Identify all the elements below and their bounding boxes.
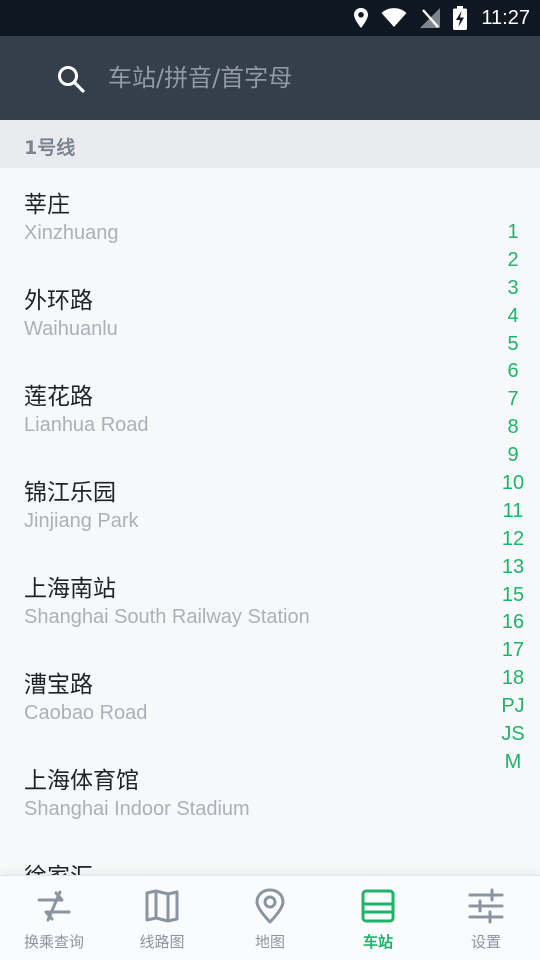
tab-label: 设置 — [470, 933, 501, 951]
station-name-cn: 漕宝路 — [24, 672, 93, 698]
tab-station[interactable]: 车站 — [324, 876, 432, 960]
index-item[interactable]: 10 — [498, 470, 528, 498]
station-name-cn: 莲花路 — [24, 384, 93, 410]
index-item[interactable]: JS — [498, 721, 528, 749]
station-item[interactable]: 上海南站 Shanghai South Railway Station — [0, 552, 500, 648]
tab-label: 换乘查询 — [23, 933, 84, 951]
battery-charging-icon — [453, 6, 468, 30]
index-item[interactable]: 8 — [498, 414, 528, 442]
station-item[interactable]: 漕宝路 Caobao Road — [0, 648, 500, 744]
index-item[interactable]: 1 — [498, 219, 528, 247]
index-item[interactable]: 15 — [498, 582, 528, 610]
station-name-cn: 徐家汇 — [24, 857, 93, 875]
index-item[interactable]: 5 — [498, 331, 528, 359]
index-item[interactable]: 4 — [498, 303, 528, 331]
index-item[interactable]: 3 — [498, 275, 528, 303]
index-item[interactable]: 17 — [498, 637, 528, 665]
tab-label: 车站 — [362, 933, 393, 951]
index-item[interactable]: 18 — [498, 665, 528, 693]
map-book-icon — [145, 889, 179, 923]
station-name-en: Waihuanlu — [24, 318, 118, 340]
index-item[interactable]: 7 — [498, 386, 528, 414]
tab-label: 线路图 — [139, 933, 185, 951]
index-item[interactable]: 11 — [498, 498, 528, 526]
wifi-icon — [381, 8, 407, 27]
station-name-en: Xinzhuang — [24, 222, 119, 244]
tab-settings[interactable]: 设置 — [432, 876, 540, 960]
station-item[interactable]: 外环路 Waihuanlu — [0, 264, 500, 360]
index-item[interactable]: 6 — [498, 358, 528, 386]
tab-transfer[interactable]: 换乘查询 — [0, 876, 108, 960]
tab-map[interactable]: 地图 — [216, 876, 324, 960]
station-item[interactable]: 莘庄 Xinzhuang — [0, 168, 500, 264]
station-name-cn: 外环路 — [24, 288, 93, 314]
station-item[interactable]: 上海体育馆 Shanghai Indoor Stadium — [0, 744, 500, 840]
index-item[interactable]: M — [498, 749, 528, 777]
index-item[interactable]: 9 — [498, 442, 528, 470]
station-name-en: Shanghai South Railway Station — [24, 606, 310, 628]
transfer-icon — [37, 890, 71, 922]
station-name-cn: 上海南站 — [24, 576, 116, 602]
status-icons: 11:27 — [353, 0, 530, 36]
line-index-bar[interactable]: 1 2 3 4 5 6 7 8 9 10 11 12 13 15 16 17 1… — [498, 219, 528, 777]
line-section-header: 1号线 — [0, 120, 540, 168]
line-title: 1号线 — [24, 137, 76, 159]
index-item[interactable]: 2 — [498, 247, 528, 275]
status-bar: 11:27 — [0, 0, 540, 36]
station-name-en: Jinjiang Park — [24, 510, 139, 532]
search-icon[interactable] — [56, 64, 86, 94]
tab-label: 地图 — [254, 933, 285, 951]
location-icon — [354, 8, 369, 28]
index-item[interactable]: 16 — [498, 609, 528, 637]
index-item[interactable]: PJ — [498, 693, 528, 721]
search-input[interactable] — [108, 56, 508, 100]
station-name-cn: 莘庄 — [24, 192, 70, 218]
tab-line-map[interactable]: 线路图 — [108, 876, 216, 960]
bottom-tab-bar: 换乘查询 线路图 地图 车站 设置 — [0, 875, 540, 960]
station-name-en: Caobao Road — [24, 702, 148, 724]
station-icon — [361, 889, 395, 923]
station-item[interactable]: 莲花路 Lianhua Road — [0, 360, 500, 456]
index-item[interactable]: 12 — [498, 526, 528, 554]
location-pin-icon — [255, 888, 285, 924]
clock: 11:27 — [481, 6, 530, 29]
station-name-en: Lianhua Road — [24, 414, 149, 436]
index-item[interactable]: 13 — [498, 554, 528, 582]
station-item[interactable]: 徐家汇 — [0, 840, 500, 875]
station-list[interactable]: 莘庄 Xinzhuang 外环路 Waihuanlu 莲花路 Lianhua R… — [0, 168, 540, 875]
station-name-cn: 上海体育馆 — [24, 768, 139, 794]
station-name-cn: 锦江乐园 — [24, 480, 116, 506]
no-signal-icon — [420, 8, 441, 28]
station-name-en: Shanghai Indoor Stadium — [24, 798, 250, 820]
search-bar — [0, 36, 540, 120]
settings-sliders-icon — [468, 888, 504, 924]
station-item[interactable]: 锦江乐园 Jinjiang Park — [0, 456, 500, 552]
